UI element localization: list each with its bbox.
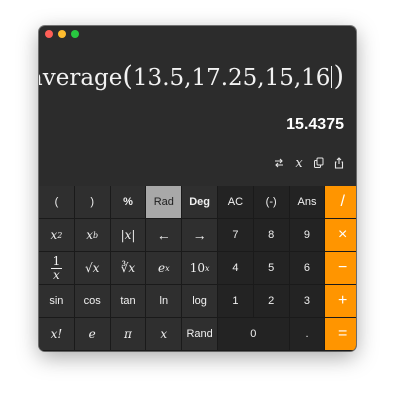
- key-subtract[interactable]: −: [325, 252, 356, 285]
- key-rand[interactable]: Rand: [182, 318, 218, 351]
- key-add[interactable]: +: [325, 285, 356, 318]
- key-cube-root[interactable]: ∛ x: [110, 252, 147, 285]
- key-variable-x[interactable]: x: [146, 318, 183, 351]
- key-negate[interactable]: (-): [253, 186, 290, 219]
- key-reciprocal[interactable]: 1x: [39, 252, 75, 285]
- cube-root-x: x: [128, 261, 136, 275]
- ten-power-exponent: x: [204, 263, 210, 273]
- key-sin[interactable]: sin: [39, 285, 75, 318]
- key-ln[interactable]: ln: [146, 285, 183, 318]
- key-euler-e[interactable]: e: [74, 318, 111, 351]
- key-rad[interactable]: Rad: [146, 186, 183, 219]
- result-value: 15.4375: [286, 116, 344, 133]
- power-exponent: b: [93, 230, 99, 240]
- cube-root-sign: ∛: [120, 261, 129, 275]
- expression-arguments: 13.5,17.25,15,16: [132, 65, 331, 91]
- key-2[interactable]: 2: [253, 285, 290, 318]
- swap-icon[interactable]: [272, 156, 286, 170]
- key-9[interactable]: 9: [289, 219, 326, 252]
- ten-power-base: 10: [189, 261, 205, 275]
- key-all-clear[interactable]: AC: [217, 186, 254, 219]
- key-3[interactable]: 3: [289, 285, 326, 318]
- key-equals[interactable]: =: [325, 318, 356, 351]
- key-deg[interactable]: Deg: [182, 186, 218, 219]
- key-multiply[interactable]: ×: [325, 219, 356, 252]
- key-0[interactable]: 0: [217, 318, 290, 351]
- key-factorial[interactable]: x!: [39, 318, 75, 351]
- key-6[interactable]: 6: [289, 252, 326, 285]
- expression-close-paren: ): [333, 61, 344, 92]
- square-exponent: 2: [57, 230, 63, 240]
- display-toolbar: x: [272, 155, 346, 171]
- key-absolute[interactable]: |x|: [110, 219, 147, 252]
- reciprocal-fraction: 1x: [50, 253, 62, 282]
- key-divide[interactable]: /: [325, 186, 356, 219]
- exp-base: e: [157, 261, 166, 275]
- key-8[interactable]: 8: [253, 219, 290, 252]
- key-close-paren[interactable]: ): [74, 186, 111, 219]
- key-decimal[interactable]: .: [289, 318, 326, 351]
- key-ans[interactable]: Ans: [289, 186, 326, 219]
- expression-open-paren: (: [122, 61, 133, 92]
- copy-icon[interactable]: [312, 156, 326, 170]
- keypad: ( ) % Rad Deg AC (-) Ans / x2 xb |x| ← →…: [39, 186, 356, 351]
- minimize-window-button[interactable]: [58, 30, 66, 38]
- zoom-window-button[interactable]: [71, 30, 79, 38]
- expression-field[interactable]: average(13.5,17.25,15,16): [39, 61, 344, 92]
- variable-x-glyph: x: [295, 155, 303, 171]
- key-power[interactable]: xb: [74, 219, 111, 252]
- expression-function: average: [39, 65, 123, 91]
- key-square[interactable]: x2: [39, 219, 75, 252]
- close-window-button[interactable]: [45, 30, 53, 38]
- share-icon[interactable]: [332, 156, 346, 170]
- key-4[interactable]: 4: [217, 252, 254, 285]
- title-bar: [39, 26, 356, 40]
- key-square-root[interactable]: √x: [74, 252, 111, 285]
- power-base: x: [86, 228, 94, 242]
- key-open-paren[interactable]: (: [39, 186, 75, 219]
- reciprocal-numerator: 1: [52, 253, 61, 268]
- key-tan[interactable]: tan: [110, 285, 147, 318]
- key-1[interactable]: 1: [217, 285, 254, 318]
- key-5[interactable]: 5: [253, 252, 290, 285]
- key-log[interactable]: log: [182, 285, 218, 318]
- key-cos[interactable]: cos: [74, 285, 111, 318]
- key-pi[interactable]: π: [110, 318, 147, 351]
- exp-exponent: x: [165, 263, 170, 273]
- reciprocal-denominator: x: [53, 267, 60, 282]
- key-exp[interactable]: ex: [146, 252, 183, 285]
- variable-x-icon[interactable]: x: [292, 155, 306, 171]
- display-area: average(13.5,17.25,15,16) 15.4375 x: [39, 40, 356, 186]
- key-cursor-right[interactable]: →: [182, 219, 218, 252]
- calculator-window: average(13.5,17.25,15,16) 15.4375 x ( ) …: [39, 26, 356, 351]
- key-cursor-left[interactable]: ←: [146, 219, 183, 252]
- key-percent[interactable]: %: [110, 186, 147, 219]
- key-7[interactable]: 7: [217, 219, 254, 252]
- key-ten-power[interactable]: 10 x: [182, 252, 218, 285]
